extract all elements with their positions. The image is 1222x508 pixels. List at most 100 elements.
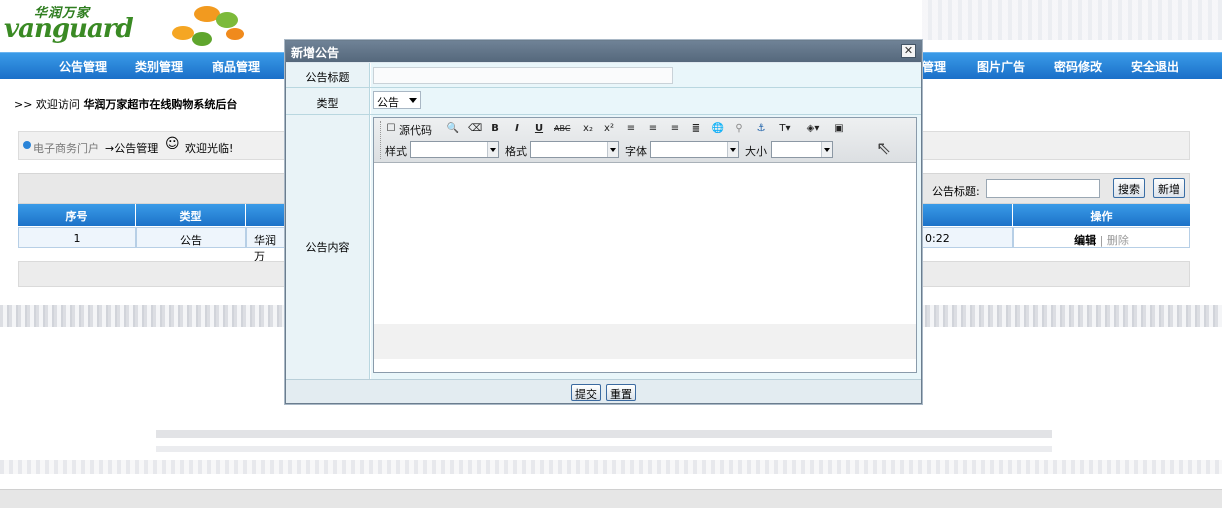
render-artifact-3 [156,446,1052,452]
nav-image-ads[interactable]: 图片广告 [977,58,1025,75]
title-input[interactable] [373,67,673,84]
text-color-icon[interactable]: T▾ [774,122,796,136]
superscript-icon[interactable]: x² [602,122,616,136]
source-icon[interactable]: ☐ [384,122,398,136]
logo: 华润万家 vanguard [4,2,254,50]
content-cell: ☐ 源代码 🔍 ⌫ B I U ABC x₂ x² ≡ ≡ ≡ ≣ 🌐 ⚲ ⚓ … [371,115,921,379]
nav-partial-mgmt[interactable]: 管理 [922,58,946,75]
logo-dot-green [216,12,238,28]
search-button[interactable]: 搜索 [1113,178,1145,198]
link-icon[interactable]: 🌐 [711,122,725,136]
align-right-icon[interactable]: ≡ [668,122,682,136]
rich-text-editor: ☐ 源代码 🔍 ⌫ B I U ABC x₂ x² ≡ ≡ ≡ ≣ 🌐 ⚲ ⚓ … [373,117,917,373]
header-time [922,204,1012,226]
strikethrough-icon[interactable]: ABC [554,122,570,136]
nav-category-mgmt[interactable]: 类别管理 [135,58,183,75]
font-label: 字体 [625,145,647,158]
logo-dot-orange3 [226,28,244,40]
chevron-down-icon [487,142,498,157]
dialog-title-bar[interactable]: 新增公告 ✕ [286,41,921,62]
toolbar-grip[interactable] [376,121,381,159]
nav-logout[interactable]: 安全退出 [1131,58,1179,75]
chevron-down-icon [409,98,417,103]
justify-icon[interactable]: ≣ [689,122,703,136]
cell-actions: 编辑 | 删除 [1013,227,1190,248]
align-left-icon[interactable]: ≡ [624,122,638,136]
add-button[interactable]: 新增 [1153,178,1185,198]
reset-button[interactable]: 重置 [606,384,636,401]
welcome-site-name: 华润万家超市在线购物系统后台 [83,98,238,111]
size-combo[interactable] [771,141,833,158]
logo-dot-orange2 [172,26,194,40]
header-title [246,204,286,226]
anchor-icon[interactable]: ⚓ [754,122,768,136]
add-notice-dialog: 新增公告 ✕ 公告标题 类型 公告 公告内容 ☐ 源代码 🔍 ⌫ B I U A… [285,40,922,404]
header-actions: 操作 [1013,204,1190,226]
cell-time: 0:22 [922,227,1013,248]
bg-color-icon[interactable]: ◈▾ [802,122,824,136]
form-row-content: 公告内容 ☐ 源代码 🔍 ⌫ B I U ABC x₂ x² ≡ ≡ ≡ ≣ 🌐… [286,115,921,379]
breadcrumb-greeting: 欢迎光临! [185,142,234,155]
preview-icon[interactable]: 🔍 [446,122,460,136]
notice-form: 公告标题 类型 公告 公告内容 ☐ 源代码 🔍 ⌫ B I U ABC x₂ x… [286,63,921,379]
bottom-bar [0,489,1222,508]
close-icon[interactable]: ✕ [901,44,916,58]
italic-icon[interactable]: I [510,122,524,136]
type-label: 类型 [286,88,370,114]
form-row-type: 类型 公告 [286,88,921,115]
chevron-down-icon [821,142,832,157]
format-label: 格式 [505,145,527,158]
form-row-title: 公告标题 [286,63,921,88]
chevron-down-icon [607,142,618,157]
cell-title: 华润万 [246,227,286,263]
render-artifact-2 [156,430,1052,438]
cell-type: 公告 [136,227,246,248]
bold-icon[interactable]: B [488,122,502,136]
welcome-prefix: >> 欢迎访问 [14,98,84,111]
mouse-cursor-icon: ⇖ [876,138,892,159]
logo-dot-green2 [192,32,212,46]
content-label: 公告内容 [286,115,370,379]
type-cell: 公告 [371,88,921,114]
action-separator: | [1099,234,1104,247]
bullet-icon [23,141,31,149]
submit-button[interactable]: 提交 [571,384,601,401]
style-label: 样式 [385,145,407,158]
editor-content-band [374,324,916,359]
render-artifact-4 [0,460,1222,474]
delete-link[interactable]: 删除 [1107,234,1129,247]
smiley-icon: ☺ [165,136,180,152]
logo-text-en: vanguard [4,14,134,44]
dialog-title: 新增公告 [291,46,340,60]
format-combo[interactable] [530,141,619,158]
size-label: 大小 [745,145,767,158]
align-center-icon[interactable]: ≡ [646,122,660,136]
underline-icon[interactable]: U [532,122,546,136]
flash-icon[interactable]: ▣ [832,122,846,136]
cell-index: 1 [18,227,136,248]
title-label: 公告标题 [286,63,370,87]
breadcrumb-current: →公告管理 [105,142,159,155]
breadcrumb-portal[interactable]: 电子商务门户 [33,140,99,156]
nav-notice-mgmt[interactable]: 公告管理 [59,58,107,75]
source-button-label[interactable]: 源代码 [399,122,432,138]
dialog-footer: 提交 重置 [286,379,921,403]
style-combo[interactable] [410,141,499,158]
unlink-icon[interactable]: ⚲ [732,122,746,136]
subscript-icon[interactable]: x₂ [581,122,595,136]
header-index: 序号 [18,204,135,226]
welcome-line: >> 欢迎访问 华润万家超市在线购物系统后台 [14,96,237,112]
nav-change-password[interactable]: 密码修改 [1054,58,1102,75]
edit-link[interactable]: 编辑 [1074,234,1096,247]
chevron-down-icon [727,142,738,157]
nav-product-mgmt[interactable]: 商品管理 [212,58,260,75]
header-decoration [922,0,1222,40]
editor-content-area[interactable] [374,164,916,372]
header-type: 类型 [136,204,245,226]
eraser-icon[interactable]: ⌫ [468,122,482,136]
search-input[interactable] [986,179,1100,198]
font-combo[interactable] [650,141,739,158]
type-selected-value: 公告 [377,96,399,109]
editor-toolbar: ☐ 源代码 🔍 ⌫ B I U ABC x₂ x² ≡ ≡ ≡ ≣ 🌐 ⚲ ⚓ … [374,118,916,163]
type-select[interactable]: 公告 [373,91,421,109]
